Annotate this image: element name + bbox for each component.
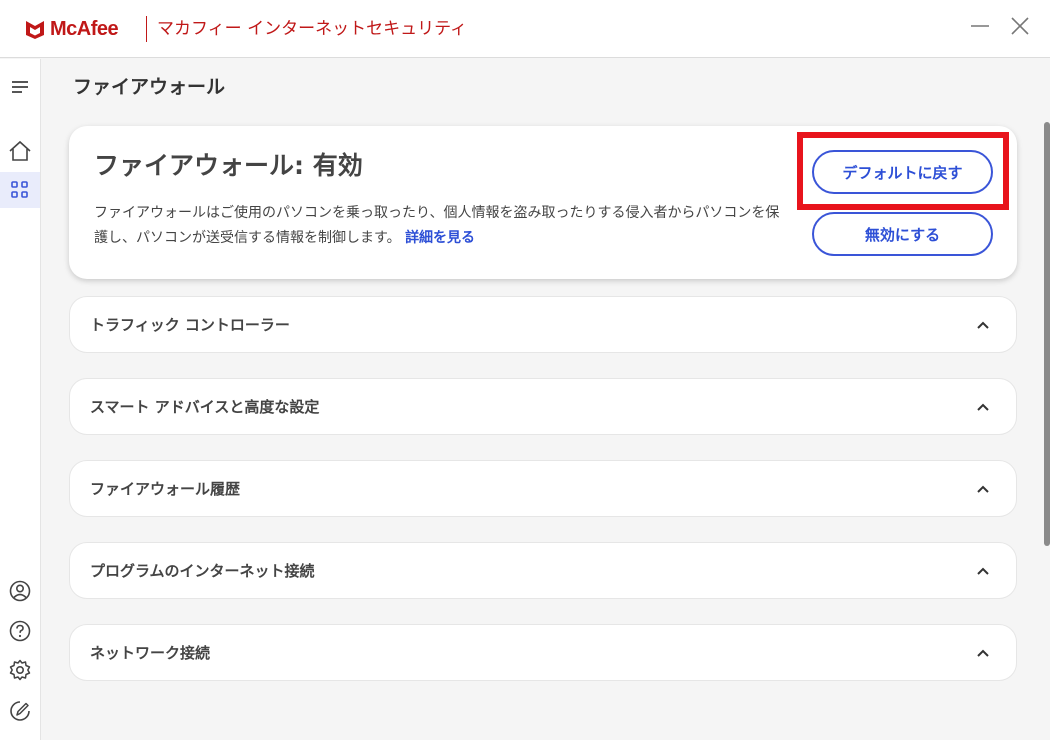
chevron-up-icon: [974, 562, 992, 580]
minimize-icon: [971, 25, 989, 27]
section-label: ネットワーク接続: [90, 644, 211, 662]
close-icon: [1011, 17, 1029, 35]
section-label: トラフィック コントローラー: [90, 316, 290, 334]
help-button[interactable]: [0, 613, 40, 649]
firewall-status-card: ファイアウォール: 有効 ファイアウォールはご使用のパソコンを乗っ取ったり、個人…: [69, 126, 1017, 279]
feedback-button[interactable]: [0, 693, 40, 729]
section-label: ファイアウォール履歴: [90, 480, 241, 498]
home-icon: [9, 140, 31, 161]
section-network-connections[interactable]: ネットワーク接続: [69, 624, 1017, 681]
home-button[interactable]: [0, 133, 40, 169]
mcafee-shield-icon: [26, 21, 44, 39]
minimize-button[interactable]: [966, 12, 994, 40]
account-button[interactable]: [0, 573, 40, 609]
sidebar: [0, 59, 41, 740]
feedback-icon: [10, 701, 30, 721]
learn-more-link[interactable]: 詳細を見る: [405, 230, 475, 246]
account-icon: [9, 580, 31, 602]
menu-icon: [12, 81, 28, 93]
section-firewall-history[interactable]: ファイアウォール履歴: [69, 460, 1017, 517]
section-smart-advice[interactable]: スマート アドバイスと高度な設定: [69, 378, 1017, 435]
section-label: スマート アドバイスと高度な設定: [90, 398, 320, 416]
page-title: ファイアウォール: [73, 76, 226, 98]
chevron-up-icon: [974, 398, 992, 416]
chevron-up-icon: [974, 644, 992, 662]
chevron-up-icon: [974, 480, 992, 498]
section-traffic-controller[interactable]: トラフィック コントローラー: [69, 296, 1017, 353]
disable-firewall-button[interactable]: 無効にする: [812, 212, 993, 256]
scrollbar-thumb[interactable]: [1044, 122, 1050, 546]
brand-name: McAfee: [50, 17, 119, 40]
settings-icon: [9, 659, 31, 681]
section-label: プログラムのインターネット接続: [90, 562, 315, 580]
app-title: マカフィー インターネットセキュリティ: [157, 19, 468, 39]
restore-default-button[interactable]: デフォルトに戻す: [812, 150, 993, 194]
help-icon: [9, 620, 31, 642]
close-button[interactable]: [1006, 12, 1034, 40]
firewall-description: ファイアウォールはご使用のパソコンを乗っ取ったり、個人情報を盗み取ったりする侵入…: [94, 201, 784, 251]
firewall-status-title: ファイアウォール: 有効: [94, 151, 363, 180]
title-bar: McAfee マカフィー インターネットセキュリティ: [0, 0, 1050, 58]
chevron-up-icon: [974, 316, 992, 334]
apps-button[interactable]: [0, 172, 40, 208]
mcafee-logo: McAfee: [24, 17, 119, 41]
menu-button[interactable]: [0, 69, 40, 105]
settings-button[interactable]: [0, 652, 40, 688]
title-separator: [146, 16, 147, 42]
section-program-connections[interactable]: プログラムのインターネット接続: [69, 542, 1017, 599]
apps-grid-icon: [11, 181, 28, 198]
